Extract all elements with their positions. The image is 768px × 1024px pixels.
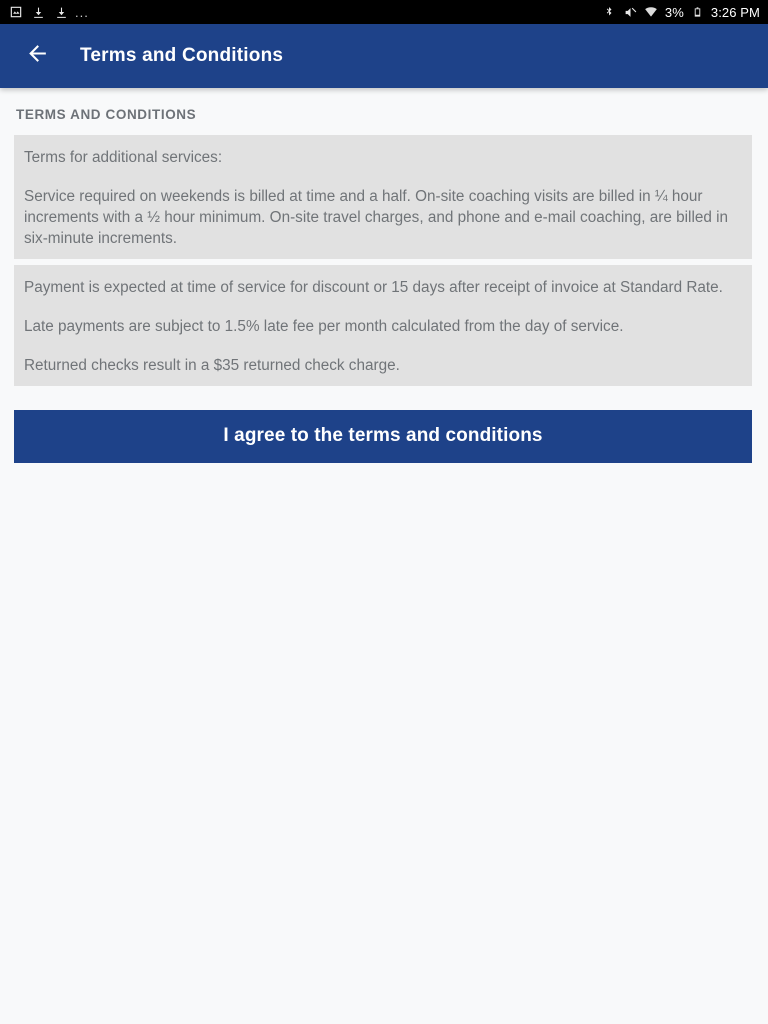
app-bar: Terms and Conditions — [0, 24, 768, 88]
battery-icon — [690, 5, 705, 20]
page-title: Terms and Conditions — [80, 45, 284, 66]
clock-label: 3:26 PM — [710, 4, 760, 20]
status-bar-left-group: ... — [8, 5, 89, 20]
terms-paragraph: Terms for additional services: — [24, 149, 223, 166]
section-header: TERMS AND CONDITIONS — [16, 107, 197, 122]
arrow-back-icon — [25, 41, 50, 71]
content-area: TERMS AND CONDITIONS Terms for additiona… — [0, 88, 768, 1024]
terms-paragraph: Payment is expected at time of service f… — [24, 279, 723, 296]
terms-card: Terms for additional services: Service r… — [14, 135, 752, 259]
download-icon — [54, 5, 69, 20]
terms-paragraph: Returned checks result in a $35 returned… — [24, 357, 400, 374]
bluetooth-icon — [602, 5, 617, 20]
agree-to-terms-button[interactable]: I agree to the terms and conditions — [14, 410, 752, 463]
agree-button-container: I agree to the terms and conditions — [0, 386, 768, 463]
status-bar-right-group: 3% 3:26 PM — [602, 5, 760, 20]
volume-mute-icon — [623, 5, 638, 20]
back-button[interactable] — [20, 39, 54, 73]
status-bar: ... 3% 3:26 PM — [0, 0, 768, 24]
terms-paragraph: Service required on weekends is billed a… — [24, 188, 729, 247]
payment-card: Payment is expected at time of service f… — [14, 265, 752, 386]
battery-percent-label: 3% — [664, 4, 684, 20]
image-icon — [8, 5, 23, 20]
more-dots-icon: ... — [75, 4, 89, 20]
download-icon — [31, 5, 46, 20]
terms-paragraph: Late payments are subject to 1.5% late f… — [24, 318, 624, 335]
wifi-icon — [644, 5, 659, 20]
